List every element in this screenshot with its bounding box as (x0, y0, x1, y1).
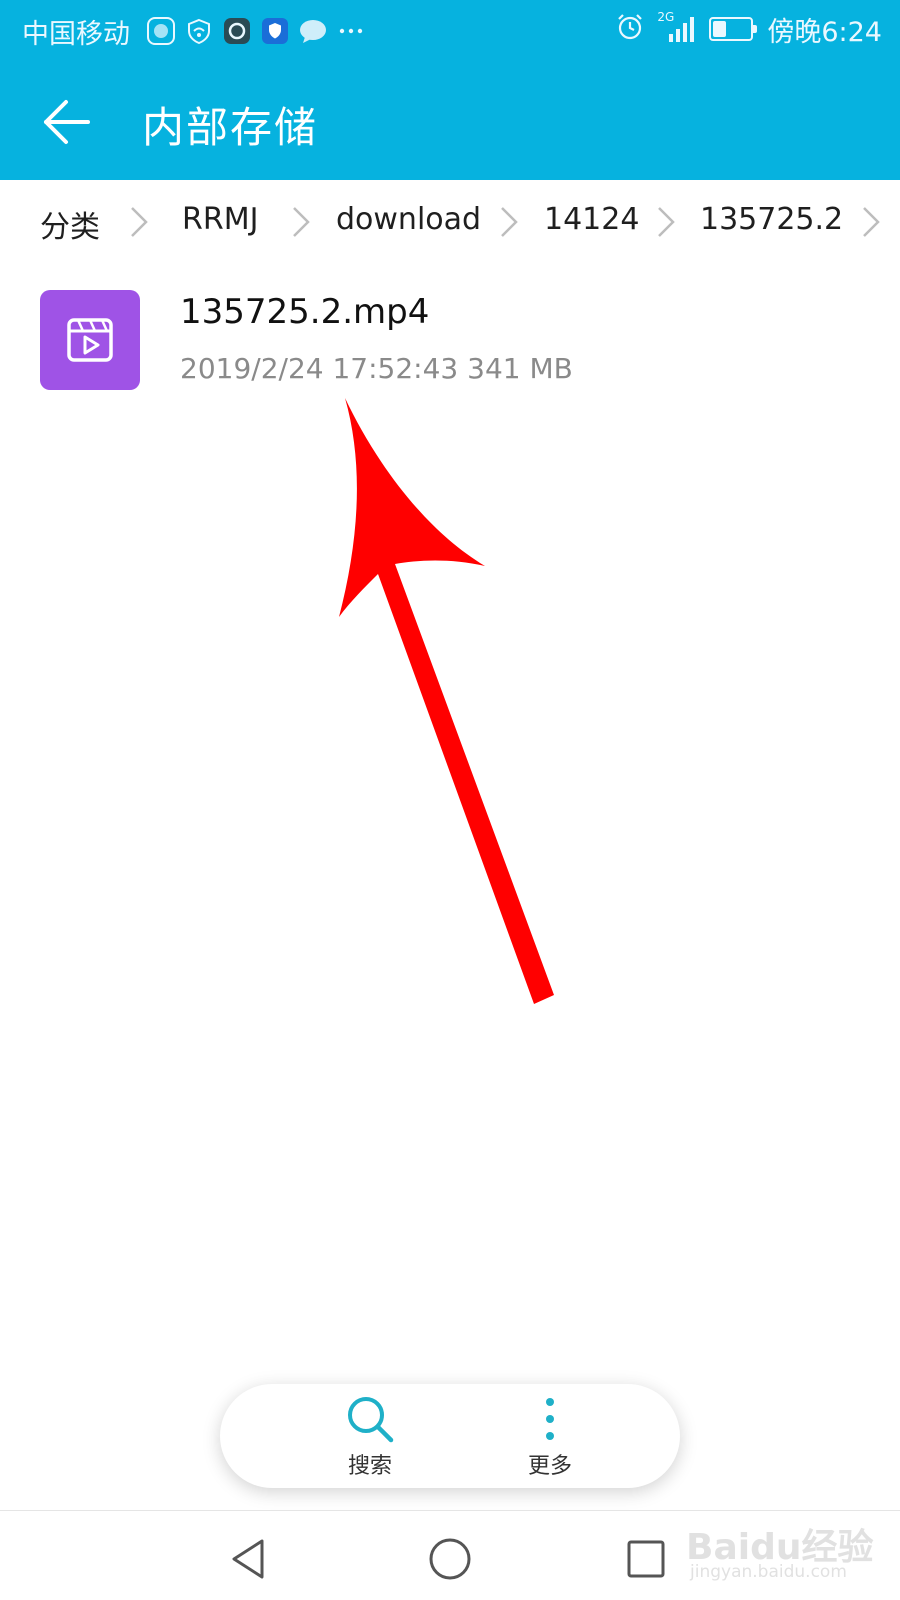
watermark-url: jingyan.baidu.com (690, 1562, 847, 1582)
search-label: 搜索 (347, 1454, 392, 1479)
page-title: 内部存储 (142, 103, 319, 152)
breadcrumb-item-rrmj[interactable]: RRMJ (182, 202, 258, 237)
chevron-right-icon (293, 207, 310, 237)
breadcrumb: 分类 RRMJ download 14124 135725.2 (0, 180, 900, 260)
file-list-item[interactable]: 135725.2.mp4 2019/2/24 17:52:43 341 MB (0, 282, 900, 398)
bottom-action-bar: 搜索 更多 (220, 1384, 680, 1488)
baidu-watermark: Baidu经验 jingyan.baidu.com (686, 1510, 886, 1590)
signal-icon: 2G (657, 10, 697, 44)
breadcrumb-item-14124[interactable]: 14124 (544, 202, 639, 237)
search-button[interactable]: 搜索 (300, 1390, 440, 1484)
more-button[interactable]: 更多 (480, 1390, 620, 1484)
more-label: 更多 (527, 1454, 572, 1479)
file-meta: 2019/2/24 17:52:43 341 MB (180, 352, 573, 385)
more-notifications-icon (336, 16, 366, 46)
back-arrow-icon (44, 100, 90, 144)
chevron-right-icon (131, 207, 148, 237)
system-status-icons: 2G 傍晚6:24 (615, 10, 882, 48)
battery-icon (709, 17, 758, 41)
security-shield-icon (260, 16, 290, 46)
chevron-right-icon (501, 207, 518, 237)
carrier-name: 中国移动 (22, 19, 130, 50)
alarm-icon (615, 12, 645, 46)
status-time: 傍晚6:24 (767, 16, 882, 48)
nav-recents-button[interactable] (616, 1529, 676, 1589)
breadcrumb-item-category[interactable]: 分类 (40, 202, 100, 246)
nav-home-button[interactable] (420, 1529, 480, 1589)
back-button[interactable] (26, 84, 106, 160)
chevron-right-icon (658, 207, 675, 237)
circle-home-icon (429, 1538, 471, 1580)
file-name: 135725.2.mp4 (180, 292, 430, 332)
video-file-icon (40, 290, 140, 390)
chat-bubble-icon (298, 16, 328, 46)
app-bar: 内部存储 (0, 62, 900, 180)
nav-back-button[interactable] (218, 1529, 278, 1589)
app-notification-icon (146, 16, 176, 46)
status-bar: 中国移动 2G 傍晚6:24 (0, 0, 900, 62)
search-icon (345, 1390, 395, 1448)
chevron-right-icon (863, 207, 880, 237)
camera-app-icon (222, 16, 252, 46)
top-bar: 中国移动 2G 傍晚6:24 内部存储 (0, 0, 900, 180)
battery-level (713, 21, 727, 37)
more-vertical-icon (542, 1390, 558, 1448)
breadcrumb-item-download[interactable]: download (336, 202, 481, 237)
wifi-shield-icon (184, 16, 214, 46)
notification-icons (146, 14, 366, 48)
breadcrumb-item-current-folder[interactable]: 135725.2 (700, 202, 843, 237)
square-recents-icon (627, 1540, 665, 1578)
triangle-back-icon (232, 1539, 264, 1579)
